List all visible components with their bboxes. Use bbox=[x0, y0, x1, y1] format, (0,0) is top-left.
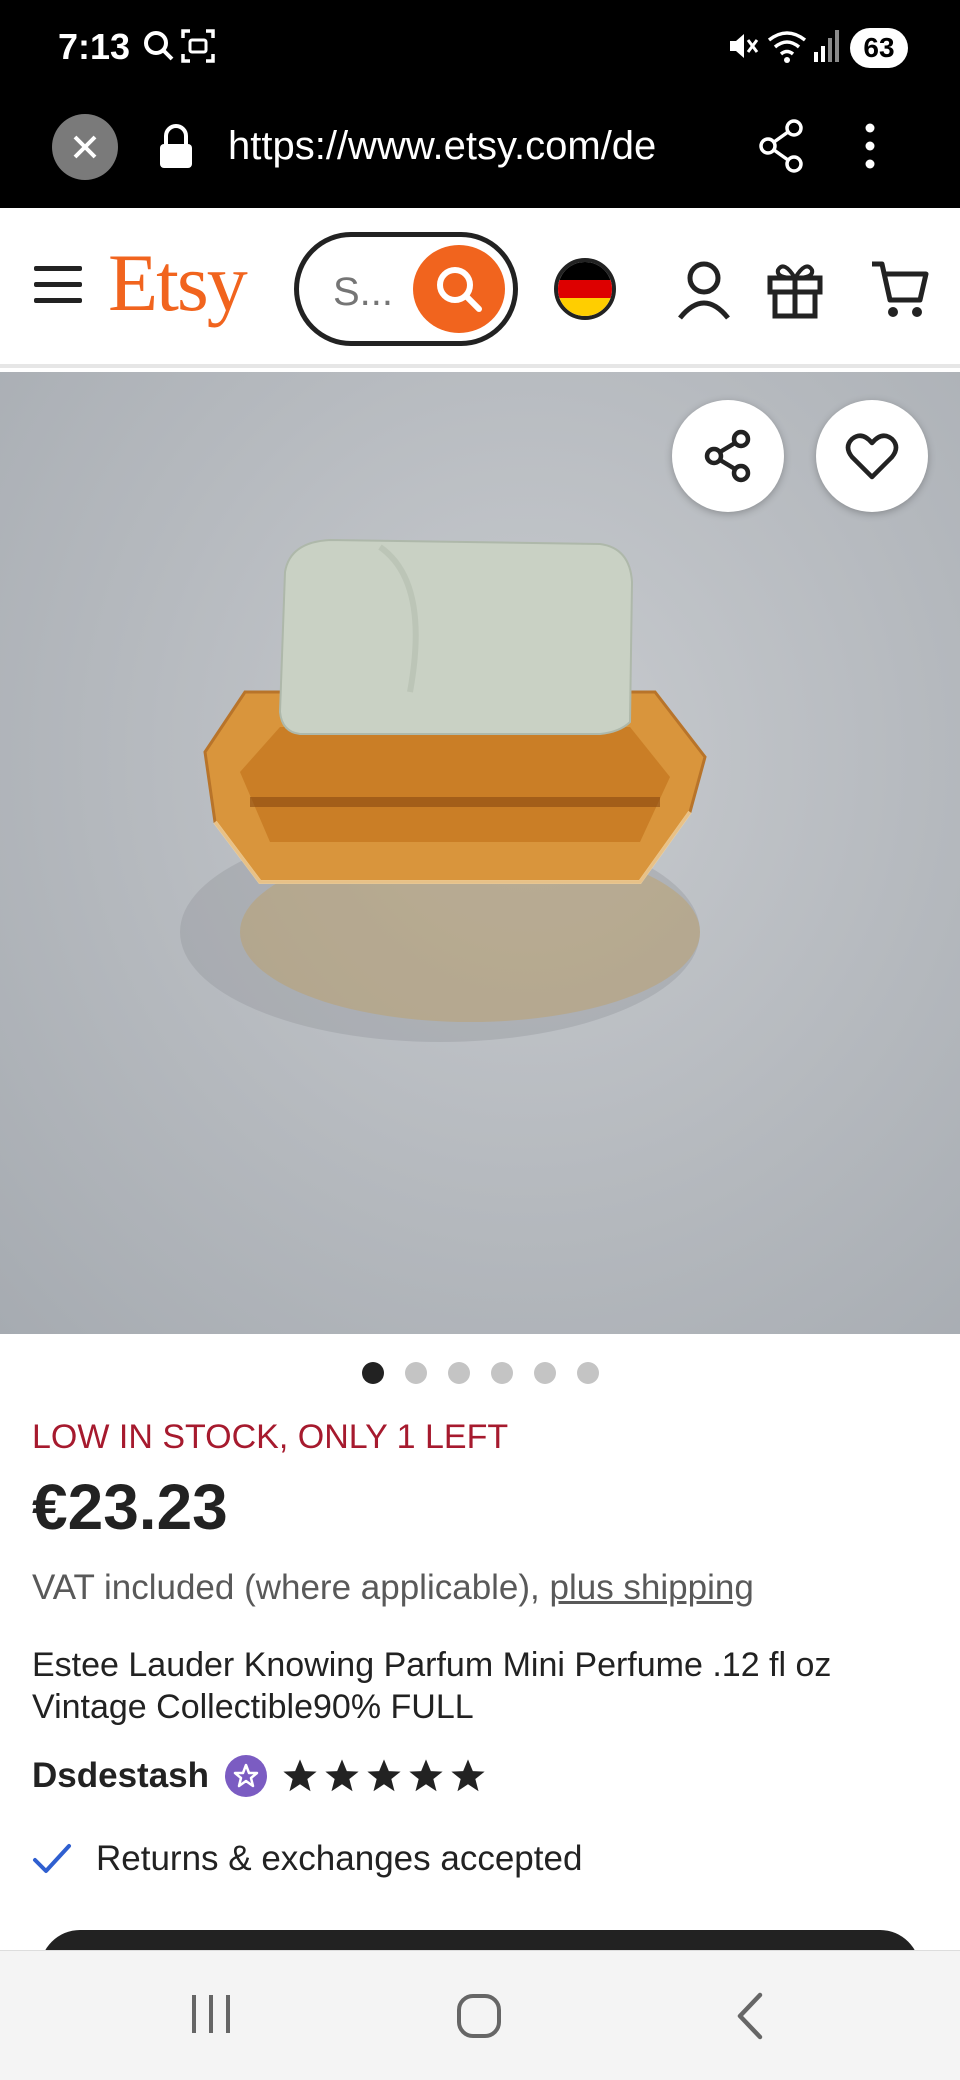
search-icon bbox=[437, 267, 482, 312]
share-icon bbox=[704, 429, 751, 483]
returns-policy: Returns & exchanges accepted bbox=[32, 1834, 582, 1884]
germany-flag-icon[interactable] bbox=[554, 258, 616, 320]
gift-icon[interactable] bbox=[766, 258, 824, 320]
product-image[interactable] bbox=[0, 372, 960, 1334]
product-price: €23.23 bbox=[32, 1471, 228, 1543]
system-nav-bar bbox=[0, 1950, 960, 2080]
star-icon bbox=[325, 1759, 359, 1792]
browser-url-bar: https://www.etsy.com/de bbox=[0, 98, 960, 208]
search-bar[interactable] bbox=[294, 232, 518, 346]
site-header: Etsy bbox=[0, 208, 960, 368]
recent-apps-icon[interactable] bbox=[186, 1991, 236, 2037]
carousel-dot[interactable] bbox=[448, 1362, 470, 1384]
product-title: Estee Lauder Knowing Parfum Mini Perfume… bbox=[32, 1646, 832, 1726]
screenshot-icon bbox=[181, 29, 215, 63]
back-icon[interactable] bbox=[730, 1991, 770, 2041]
cart-icon[interactable] bbox=[870, 258, 930, 320]
perfume-bottle-image bbox=[180, 538, 707, 1042]
home-icon[interactable] bbox=[454, 1991, 504, 2041]
carousel-dot[interactable] bbox=[405, 1362, 427, 1384]
checkmark-icon bbox=[33, 1844, 71, 1873]
signal-icon bbox=[814, 30, 839, 62]
returns-text: Returns & exchanges accepted bbox=[96, 1839, 583, 1878]
wifi-icon bbox=[767, 31, 807, 63]
share-icon[interactable] bbox=[756, 118, 806, 174]
star-icon bbox=[451, 1759, 485, 1792]
rating-stars[interactable] bbox=[281, 1758, 491, 1794]
stock-notice: LOW IN STOCK, ONLY 1 LEFT bbox=[32, 1418, 509, 1456]
lock-icon bbox=[160, 124, 192, 168]
star-icon bbox=[233, 1763, 259, 1788]
mute-icon bbox=[730, 34, 759, 58]
more-vertical-icon[interactable] bbox=[860, 118, 880, 174]
shop-info: Dsdestash bbox=[32, 1752, 491, 1800]
search-button[interactable] bbox=[413, 245, 505, 333]
carousel-dot[interactable] bbox=[534, 1362, 556, 1384]
status-bar: 7:13 63 bbox=[0, 0, 960, 98]
close-icon bbox=[73, 135, 97, 159]
shop-name[interactable]: Dsdestash bbox=[32, 1756, 209, 1796]
battery-indicator: 63 bbox=[850, 28, 908, 68]
star-seller-badge-icon bbox=[225, 1755, 268, 1797]
close-tab-button[interactable] bbox=[52, 114, 118, 180]
star-icon bbox=[283, 1759, 317, 1792]
search-input[interactable] bbox=[331, 269, 411, 316]
vat-text: VAT included (where applicable), bbox=[32, 1568, 550, 1607]
star-icon bbox=[409, 1759, 443, 1792]
vat-note: VAT included (where applicable), plus sh… bbox=[32, 1568, 754, 1608]
search-icon bbox=[144, 31, 174, 61]
share-button[interactable] bbox=[672, 400, 784, 512]
carousel-dot[interactable] bbox=[362, 1362, 384, 1384]
status-time: 7:13 bbox=[58, 26, 131, 67]
favorite-button[interactable] bbox=[816, 400, 928, 512]
shipping-link[interactable]: plus shipping bbox=[550, 1568, 754, 1607]
menu-icon[interactable] bbox=[34, 266, 82, 306]
carousel-dot[interactable] bbox=[491, 1362, 513, 1384]
account-icon[interactable] bbox=[676, 258, 732, 322]
heart-icon bbox=[845, 433, 899, 480]
image-carousel-dots bbox=[0, 1360, 960, 1386]
etsy-logo[interactable]: Etsy bbox=[108, 236, 248, 330]
url-text[interactable]: https://www.etsy.com/de bbox=[228, 124, 714, 169]
carousel-dot[interactable] bbox=[577, 1362, 599, 1384]
star-icon bbox=[367, 1759, 401, 1792]
